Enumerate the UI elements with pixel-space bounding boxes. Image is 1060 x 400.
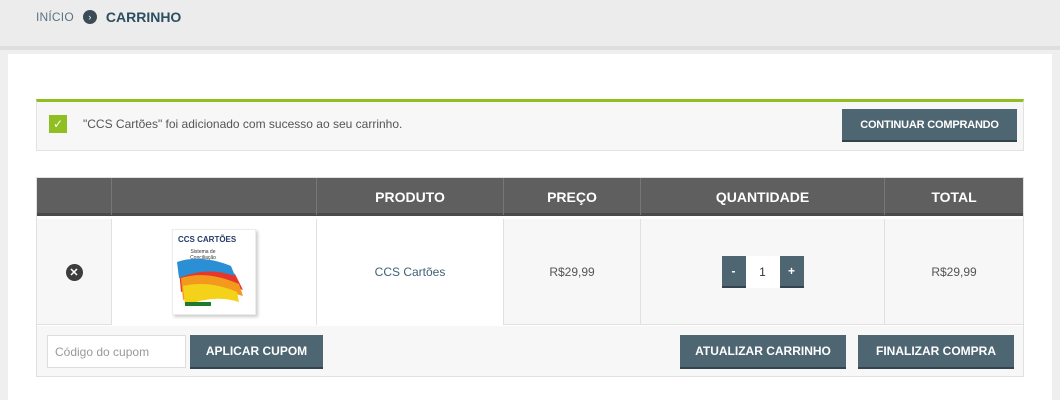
notice-message: "CCS Cartões" foi adicionado com sucesso…: [83, 117, 403, 131]
product-thumbnail[interactable]: CCS CARTÕES Sistema de Conciliação: [172, 229, 256, 315]
apply-coupon-button[interactable]: APLICAR CUPOM: [190, 335, 323, 369]
price-cell: R$29,99: [504, 219, 641, 325]
checkout-button[interactable]: FINALIZAR COMPRA: [858, 335, 1014, 369]
product-cell: CCS Cartões: [317, 219, 504, 325]
check-icon: ✓: [49, 115, 67, 133]
cart-actions: APLICAR CUPOM ATUALIZAR CARRINHO FINALIZ…: [37, 326, 1023, 376]
breadcrumb-current: CARRINHO: [105, 9, 182, 25]
coupon-code-input[interactable]: [47, 335, 186, 368]
header-thumbnail: [112, 178, 317, 215]
remove-item-icon[interactable]: ✕: [65, 263, 83, 281]
remove-cell: ✕: [37, 219, 112, 325]
table-row: ✕ CCS CARTÕES Sistema de Conciliação CCS…: [37, 219, 1023, 325]
top-bar: INÍCIO › CARRINHO: [0, 0, 1060, 50]
continue-shopping-button[interactable]: CONTINUAR COMPRANDO: [842, 109, 1017, 142]
thumbnail-cell: CCS CARTÕES Sistema de Conciliação: [112, 219, 317, 325]
header-remove: [37, 178, 112, 215]
header-price: PREÇO: [504, 178, 641, 215]
breadcrumb: INÍCIO › CARRINHO: [36, 8, 181, 26]
quantity-decrease-button[interactable]: -: [721, 256, 746, 288]
update-cart-button[interactable]: ATUALIZAR CARRINHO: [680, 335, 846, 369]
total-cell: R$29,99: [931, 265, 977, 279]
breadcrumb-home-link[interactable]: INÍCIO: [36, 10, 74, 24]
product-box-art: [177, 258, 243, 306]
product-name-link[interactable]: CCS Cartões: [375, 265, 446, 279]
cart-table: PRODUTO PREÇO QUANTIDADE TOTAL ✕ CCS CAR…: [36, 177, 1024, 377]
cart-table-header: PRODUTO PREÇO QUANTIDADE TOTAL: [37, 178, 1023, 216]
success-notice: ✓ "CCS Cartões" foi adicionado com suces…: [36, 99, 1024, 151]
header-quantity: QUANTIDADE: [641, 178, 885, 215]
chevron-right-icon: ›: [82, 10, 97, 24]
header-total: TOTAL: [931, 188, 977, 205]
quantity-input[interactable]: [745, 256, 780, 288]
quantity-cell: - +: [641, 219, 885, 325]
main-content: ✓ "CCS Cartões" foi adicionado com suces…: [8, 54, 1052, 400]
quantity-increase-button[interactable]: +: [779, 256, 804, 288]
header-product: PRODUTO: [317, 178, 504, 215]
quantity-stepper: - +: [721, 256, 804, 288]
